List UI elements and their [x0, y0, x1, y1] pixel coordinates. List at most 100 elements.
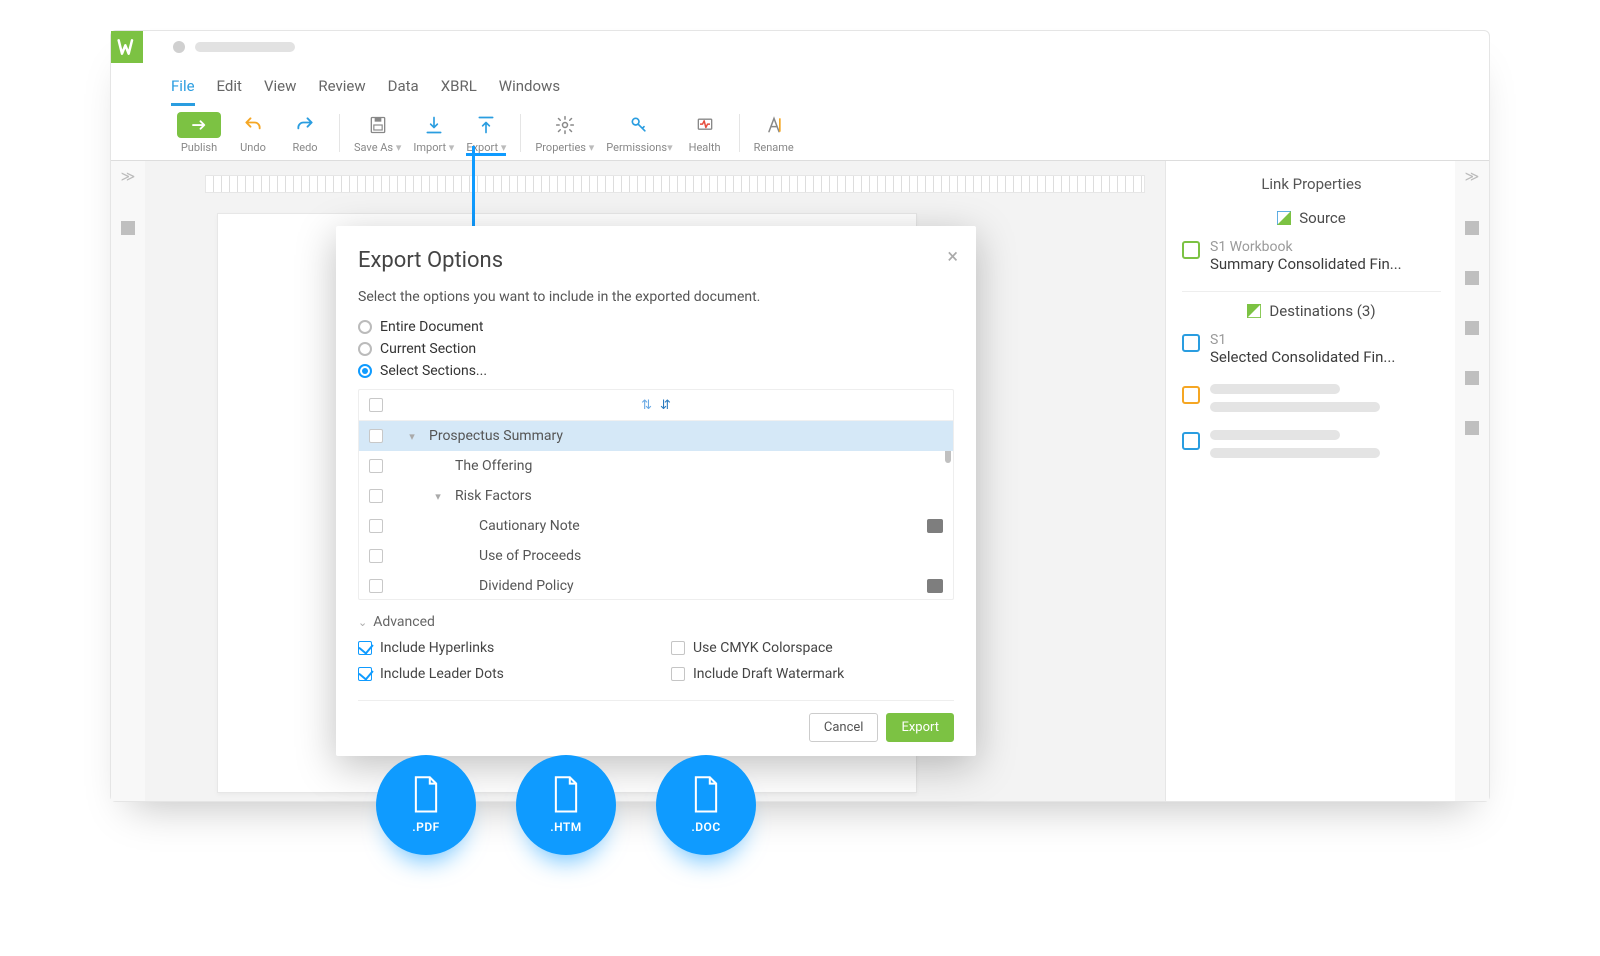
tree-caret-icon[interactable]: ▾	[433, 490, 443, 503]
export-option-checkbox[interactable]: Include Leader Dots	[358, 666, 641, 682]
export-option-checkbox[interactable]: Use CMYK Colorspace	[671, 640, 954, 656]
menu-view[interactable]: View	[264, 71, 296, 106]
workbook-icon	[1182, 241, 1200, 259]
comment-icon[interactable]	[927, 579, 943, 593]
link-properties-panel: Link Properties Source S1 Workbook Summa…	[1165, 161, 1455, 801]
key-icon	[628, 112, 650, 138]
tree-row[interactable]: The Offering	[359, 451, 953, 481]
checkbox-icon	[358, 667, 372, 681]
tree-checkbox[interactable]	[369, 429, 383, 443]
tree-row[interactable]: ▾ Risk Factors	[359, 481, 953, 511]
undo-button[interactable]: Undo	[227, 112, 279, 154]
health-button[interactable]: Health	[679, 112, 731, 154]
gear-icon	[554, 112, 576, 138]
redo-button[interactable]: Redo	[279, 112, 331, 154]
menu-file[interactable]: File	[171, 71, 195, 106]
publish-button[interactable]: Publish	[171, 112, 227, 154]
menubar: File Edit View Review Data XBRL Windows	[171, 63, 1489, 106]
doc-icon	[1182, 432, 1200, 450]
properties-button[interactable]: Properties ▾	[529, 112, 600, 154]
tree-caret-icon[interactable]: ▾	[407, 430, 417, 443]
tree-label: Cautionary Note	[479, 518, 580, 534]
radio-icon	[358, 342, 372, 356]
chrome: File Edit View Review Data XBRL Windows Publis…	[111, 63, 1489, 161]
collapse-left-icon[interactable]: ≫	[121, 169, 136, 185]
export-scope-radio[interactable]: Select Sections...	[358, 363, 954, 379]
radio-icon	[358, 364, 372, 378]
tree-label: Risk Factors	[455, 488, 532, 504]
cancel-button[interactable]: Cancel	[809, 713, 879, 742]
checkbox-icon	[671, 641, 685, 655]
select-all-checkbox[interactable]	[369, 398, 383, 412]
collapse-icon[interactable]: ⇵	[660, 398, 671, 413]
radio-icon	[358, 320, 372, 334]
close-icon[interactable]: ×	[947, 244, 958, 268]
file-icon	[410, 776, 442, 814]
destinations-header: Destinations (3)	[1182, 302, 1441, 320]
tree-label: The Offering	[455, 458, 532, 474]
menu-review[interactable]: Review	[318, 71, 365, 106]
tree-row[interactable]: Dividend Policy	[359, 571, 953, 599]
ruler	[205, 175, 1145, 193]
menu-xbrl[interactable]: XBRL	[441, 71, 477, 106]
publish-icon	[177, 112, 221, 138]
export-icon	[475, 112, 497, 138]
export-options-dialog: × Export Options Select the options you …	[336, 226, 976, 756]
format-bubble-htm[interactable]: .HTM	[516, 755, 616, 855]
health-icon	[694, 112, 716, 138]
toolbar: Publish Undo Redo Save As ▾ Import ▾	[171, 106, 1489, 160]
document-title-placeholder	[195, 42, 295, 52]
left-gutter: ≫	[111, 161, 145, 801]
window-control-icon[interactable]	[173, 41, 185, 53]
undo-icon	[242, 112, 264, 138]
redo-icon	[294, 112, 316, 138]
tree-row[interactable]: ▾ Prospectus Summary	[359, 421, 953, 451]
export-scope-radio[interactable]: Current Section	[358, 341, 954, 357]
app-window: File Edit View Review Data XBRL Windows Publis…	[110, 30, 1490, 802]
import-button[interactable]: Import ▾	[407, 112, 460, 154]
source-header: Source	[1182, 209, 1441, 227]
collapse-right-icon[interactable]: ≫	[1465, 169, 1480, 185]
panel-title: Link Properties	[1182, 175, 1441, 193]
doc-icon	[1182, 386, 1200, 404]
tree-checkbox[interactable]	[369, 519, 383, 533]
titlebar	[111, 31, 1489, 63]
tree-checkbox[interactable]	[369, 549, 383, 563]
format-bubble-pdf[interactable]: .PDF	[376, 755, 476, 855]
import-icon	[423, 112, 445, 138]
checkbox-icon	[358, 641, 372, 655]
expand-icon[interactable]: ⇅	[641, 398, 652, 413]
tree-row[interactable]: Cautionary Note	[359, 511, 953, 541]
menu-edit[interactable]: Edit	[217, 71, 242, 106]
advanced-toggle[interactable]: ⌄ Advanced	[358, 614, 954, 630]
tree-checkbox[interactable]	[369, 459, 383, 473]
dialog-description: Select the options you want to include i…	[358, 289, 954, 305]
tree-checkbox[interactable]	[369, 579, 383, 593]
export-scope-radio[interactable]: Entire Document	[358, 319, 954, 335]
tree-checkbox[interactable]	[369, 489, 383, 503]
doc-icon	[1182, 334, 1200, 352]
comment-icon[interactable]	[927, 519, 943, 533]
rename-icon	[763, 112, 785, 138]
right-gutter: ≫	[1455, 161, 1489, 801]
export-option-checkbox[interactable]: Include Hyperlinks	[358, 640, 641, 656]
export-button[interactable]: Export ▾	[460, 112, 512, 154]
format-bubble-doc[interactable]: .DOC	[656, 755, 756, 855]
export-option-checkbox[interactable]: Include Draft Watermark	[671, 666, 954, 682]
menu-data[interactable]: Data	[388, 71, 419, 106]
callout-line	[472, 146, 475, 228]
file-icon	[690, 776, 722, 814]
dialog-title: Export Options	[358, 248, 954, 273]
tree-row[interactable]: Use of Proceeds	[359, 541, 953, 571]
export-button[interactable]: Export	[886, 713, 954, 742]
rename-button[interactable]: Rename	[748, 112, 800, 154]
menu-windows[interactable]: Windows	[499, 71, 560, 106]
section-tree: ⇅ ⇵ ▾ Prospectus Summary The Offering ▾ …	[358, 389, 954, 600]
save-as-button[interactable]: Save As ▾	[348, 112, 407, 154]
file-icon	[550, 776, 582, 814]
permissions-button[interactable]: Permissions▾	[600, 112, 678, 154]
tree-label: Dividend Policy	[479, 578, 574, 594]
tree-label: Use of Proceeds	[479, 548, 581, 564]
format-bubbles: .PDF .HTM .DOC	[376, 755, 756, 855]
checkbox-icon	[671, 667, 685, 681]
